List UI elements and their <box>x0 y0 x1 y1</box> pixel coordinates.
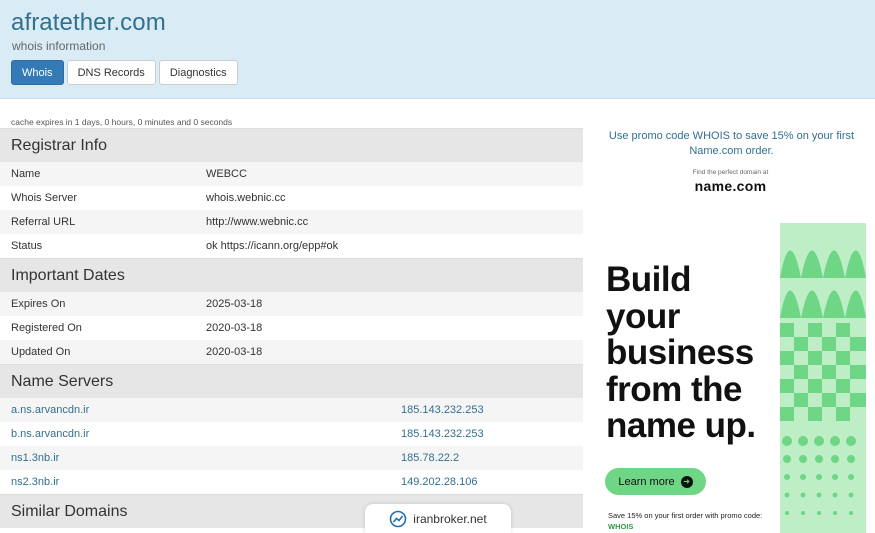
nameserver-link[interactable]: a.ns.arvancdn.ir <box>11 404 401 416</box>
ip-link[interactable]: 185.143.232.253 <box>401 404 484 416</box>
row-value: WEBCC <box>206 168 247 180</box>
brand-logo: name.com <box>694 178 767 194</box>
watermark: iranbroker.net <box>365 504 511 533</box>
table-row: ns2.3nb.ir 149.202.28.106 <box>0 470 583 494</box>
headline-line: business <box>606 333 754 372</box>
cache-note: cache expires in 1 days, 0 hours, 0 minu… <box>11 117 233 127</box>
domain-title: afratether.com <box>11 9 166 36</box>
ad-save-text: Save 15% on your first order with promo … <box>608 510 768 532</box>
row-key: Referral URL <box>11 216 76 228</box>
ad-sidebar: Use promo code WHOIS to save 15% on your… <box>586 128 875 533</box>
registrar-heading: Registrar Info <box>0 128 583 162</box>
chart-logo-icon <box>389 510 407 527</box>
page-header: afratether.com whois information Whois D… <box>0 0 875 99</box>
ad-find-text: Find the perfect domain at <box>692 169 769 176</box>
row-key: Status <box>11 240 43 252</box>
row-key: Expires On <box>11 298 66 310</box>
table-row: ns1.3nb.ir 185.78.22.2 <box>0 446 583 470</box>
nameserver-link[interactable]: ns1.3nb.ir <box>11 452 401 464</box>
table-row: Whois Server whois.webnic.cc <box>0 186 583 210</box>
tab-dns-records[interactable]: DNS Records <box>66 60 156 85</box>
ad-headline[interactable]: Build your business from the name up. <box>606 260 786 445</box>
table-row: Updated On 2020-03-18 <box>0 340 583 364</box>
promo-link[interactable]: Use promo code WHOIS to save 15% on your… <box>604 129 859 159</box>
row-value: ok https://icann.org/epp#ok <box>206 240 339 252</box>
learn-more-label: Learn more <box>618 475 675 488</box>
row-key: Name <box>11 168 41 180</box>
row-value: 2025-03-18 <box>206 298 263 310</box>
nameserver-link[interactable]: b.ns.arvancdn.ir <box>11 428 401 440</box>
headline-line: name up. <box>606 406 756 445</box>
tab-bar: Whois DNS Records Diagnostics <box>11 60 238 85</box>
promo-code: WHOIS <box>608 522 634 531</box>
watermark-text: iranbroker.net <box>413 511 487 526</box>
table-row: b.ns.arvancdn.ir 185.143.232.253 <box>0 422 583 446</box>
ip-link[interactable]: 185.143.232.253 <box>401 428 484 440</box>
save-text: Save 15% on your first order with promo … <box>608 511 763 520</box>
row-value: whois.webnic.cc <box>206 192 286 204</box>
table-row: Status ok https://icann.org/epp#ok <box>0 234 583 258</box>
table-row: Registered On 2020-03-18 <box>0 316 583 340</box>
table-row: Expires On 2025-03-18 <box>0 292 583 316</box>
ip-link[interactable]: 149.202.28.106 <box>401 476 477 488</box>
dates-heading: Important Dates <box>0 258 583 292</box>
tab-whois[interactable]: Whois <box>11 60 64 85</box>
row-value: 2020-03-18 <box>206 322 263 334</box>
tab-diagnostics[interactable]: Diagnostics <box>158 60 238 85</box>
ad-pattern-graphic <box>780 223 866 533</box>
whois-content: Registrar Info Name WEBCC Whois Server w… <box>0 128 583 528</box>
page-subtitle: whois information <box>12 39 106 53</box>
nameserver-link[interactable]: ns2.3nb.ir <box>11 476 401 488</box>
row-key: Whois Server <box>11 192 78 204</box>
headline-line: Build <box>606 260 691 299</box>
table-row: a.ns.arvancdn.ir 185.143.232.253 <box>0 398 583 422</box>
table-row: Referral URL http://www.webnic.cc <box>0 210 583 234</box>
nameservers-heading: Name Servers <box>0 364 583 398</box>
headline-line: your <box>606 296 680 336</box>
table-row: Name WEBCC <box>0 162 583 186</box>
learn-more-button[interactable]: Learn more ➜ <box>605 468 706 495</box>
row-value: http://www.webnic.cc <box>206 216 309 228</box>
row-key: Registered On <box>11 322 82 334</box>
headline-line: from the <box>606 369 743 409</box>
ip-link[interactable]: 185.78.22.2 <box>401 452 459 464</box>
row-key: Updated On <box>11 346 71 358</box>
arrow-right-icon: ➜ <box>680 475 693 488</box>
row-value: 2020-03-18 <box>206 346 263 358</box>
